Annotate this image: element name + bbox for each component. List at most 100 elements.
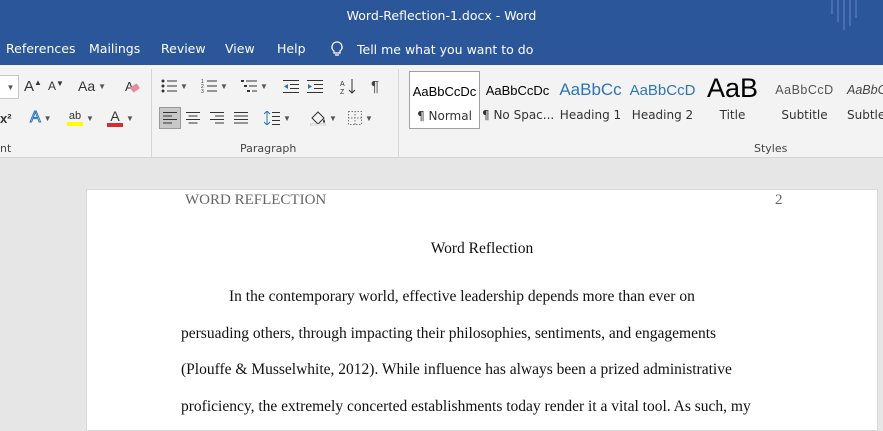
group-separator xyxy=(151,69,152,157)
font-group-label: nt xyxy=(0,142,12,155)
numbering-button[interactable]: 123 ▼ xyxy=(201,75,228,97)
style-heading-2[interactable]: AaBbCcD Heading 2 xyxy=(627,71,698,129)
style-title[interactable]: AaB Title xyxy=(697,71,768,129)
align-left-icon xyxy=(163,112,177,124)
align-left-button[interactable] xyxy=(159,107,181,129)
chevron-down-icon: ▼ xyxy=(283,113,291,123)
chevron-down-icon: ▼ xyxy=(180,81,188,91)
page-header-title: WORD REFLECTION xyxy=(185,192,327,208)
document-page[interactable] xyxy=(86,189,878,431)
tab-review[interactable]: Review xyxy=(161,41,206,56)
chevron-down-icon: ▼ xyxy=(126,113,134,123)
style-subtitle[interactable]: AaBbCcD Subtitle xyxy=(769,71,840,129)
change-case-button[interactable]: Aa ▼ xyxy=(78,75,106,97)
align-center-button[interactable] xyxy=(186,107,200,129)
svg-text:3: 3 xyxy=(201,89,204,93)
menu-bar: References Mailings Review View Help Tel… xyxy=(0,33,883,65)
shrink-font-icon: A xyxy=(48,79,57,93)
show-formatting-button[interactable]: ¶ xyxy=(371,75,379,97)
svg-text:Z: Z xyxy=(340,89,345,94)
shading-button[interactable]: ▼ xyxy=(310,107,337,129)
font-color-icon: A xyxy=(110,107,120,124)
borders-button[interactable]: ▼ xyxy=(348,107,373,129)
increase-indent-button[interactable] xyxy=(307,75,323,97)
justify-icon xyxy=(234,112,248,124)
tab-help[interactable]: Help xyxy=(277,41,306,56)
page-number: 2 xyxy=(775,192,783,208)
decrease-indent-icon xyxy=(283,80,299,93)
tell-me-box[interactable]: Tell me what you want to do xyxy=(330,39,533,59)
align-right-button[interactable] xyxy=(210,107,224,129)
styles-group-label: Styles xyxy=(754,142,788,155)
style-name: Heading 2 xyxy=(631,108,694,122)
text-effects-button[interactable]: A ▼ xyxy=(30,107,52,129)
title-bar: Word-Reflection-1.docx - Word xyxy=(0,0,883,33)
style-name: Subtitle xyxy=(781,108,828,122)
line-spacing-button[interactable]: ▼ xyxy=(264,107,291,129)
chevron-down-icon: ▼ xyxy=(6,82,15,92)
paragraph-line: persuading others, through impacting the… xyxy=(181,325,717,342)
align-right-icon xyxy=(210,112,224,124)
style-normal[interactable]: AaBbCcDc ¶ Normal xyxy=(409,71,480,129)
chevron-down-icon: ▼ xyxy=(98,81,107,91)
tell-me-text: Tell me what you want to do xyxy=(357,41,534,57)
style-name: ¶ No Spac... xyxy=(482,108,553,122)
svg-text:A: A xyxy=(340,81,345,88)
paragraph-line: proficiency, the extremely concerted est… xyxy=(181,398,751,415)
clear-formatting-icon: A xyxy=(125,79,140,94)
change-case-icon: Aa xyxy=(78,78,96,94)
increase-indent-icon xyxy=(307,80,323,93)
style-name: Subtle xyxy=(847,108,883,122)
highlight-color-button[interactable]: ab ▼ xyxy=(67,107,94,129)
style-sample: AaBbCcDc xyxy=(485,83,550,98)
font-size-dropdown[interactable]: ▼ xyxy=(0,75,19,99)
tell-me-decoration-icon xyxy=(831,0,857,30)
style-name: ¶ Normal xyxy=(417,109,472,123)
chevron-down-icon: ▼ xyxy=(260,81,268,91)
multilevel-list-button[interactable]: ▼ xyxy=(241,75,268,97)
font-color-button[interactable]: A ▼ xyxy=(107,107,134,129)
style-sample: AaBbCcD xyxy=(629,82,696,99)
tab-view[interactable]: View xyxy=(225,41,255,56)
numbering-icon: 123 xyxy=(201,79,217,93)
style-name: Heading 1 xyxy=(559,108,622,122)
justify-button[interactable] xyxy=(234,107,248,129)
chevron-down-icon: ▼ xyxy=(365,113,373,123)
multilevel-list-icon xyxy=(241,80,257,92)
document-title: Word-Reflection-1.docx - Word xyxy=(346,8,537,23)
tab-references[interactable]: References xyxy=(6,41,75,56)
style-sample: AaBbCcD xyxy=(775,83,834,97)
pilcrow-icon: ¶ xyxy=(371,77,380,95)
text-effects-icon: A xyxy=(30,109,42,127)
paragraph-line: In the contemporary world, effective lea… xyxy=(229,288,695,305)
paragraph-line: (Plouffe & Musselwhite, 2012). While inf… xyxy=(181,361,732,378)
highlight-icon: ab xyxy=(68,109,82,122)
line-spacing-icon xyxy=(264,111,280,125)
style-sample: AaB xyxy=(706,73,759,103)
highlight-swatch xyxy=(67,121,83,126)
paragraph-group-label: Paragraph xyxy=(240,142,297,155)
sort-icon: AZ xyxy=(340,79,356,94)
align-center-icon xyxy=(186,112,200,124)
style-no-spacing[interactable]: AaBbCcDc ¶ No Spac... xyxy=(482,71,553,129)
paint-bucket-icon xyxy=(310,111,326,126)
grow-font-button[interactable]: A ▲ xyxy=(24,75,42,97)
ribbon: ▼ A ▲ A ▼ Aa ▼ A x² A ▼ ab ▼ A ▼ nt ▼ 1 … xyxy=(0,65,883,217)
clear-formatting-button[interactable]: A xyxy=(124,75,140,97)
style-heading-1[interactable]: AaBbCc Heading 1 xyxy=(555,71,626,129)
style-subtle[interactable]: AaBbC Subtle xyxy=(841,71,883,129)
chevron-down-icon: ▼ xyxy=(86,113,94,123)
bullets-icon xyxy=(161,79,177,93)
chevron-down-icon: ▼ xyxy=(220,81,228,91)
grow-font-icon: A xyxy=(24,77,35,95)
shrink-font-button[interactable]: A ▼ xyxy=(48,75,64,97)
group-separator xyxy=(398,69,399,157)
style-sample: AaBbCcDc xyxy=(412,84,477,99)
bullets-button[interactable]: ▼ xyxy=(161,75,188,97)
style-name: Title xyxy=(719,108,746,122)
superscript-button[interactable]: x² xyxy=(0,107,12,129)
decrease-indent-button[interactable] xyxy=(283,75,299,97)
tab-mailings[interactable]: Mailings xyxy=(89,41,140,56)
style-sample: AaBbCc xyxy=(559,80,622,99)
sort-button[interactable]: AZ xyxy=(340,75,356,97)
